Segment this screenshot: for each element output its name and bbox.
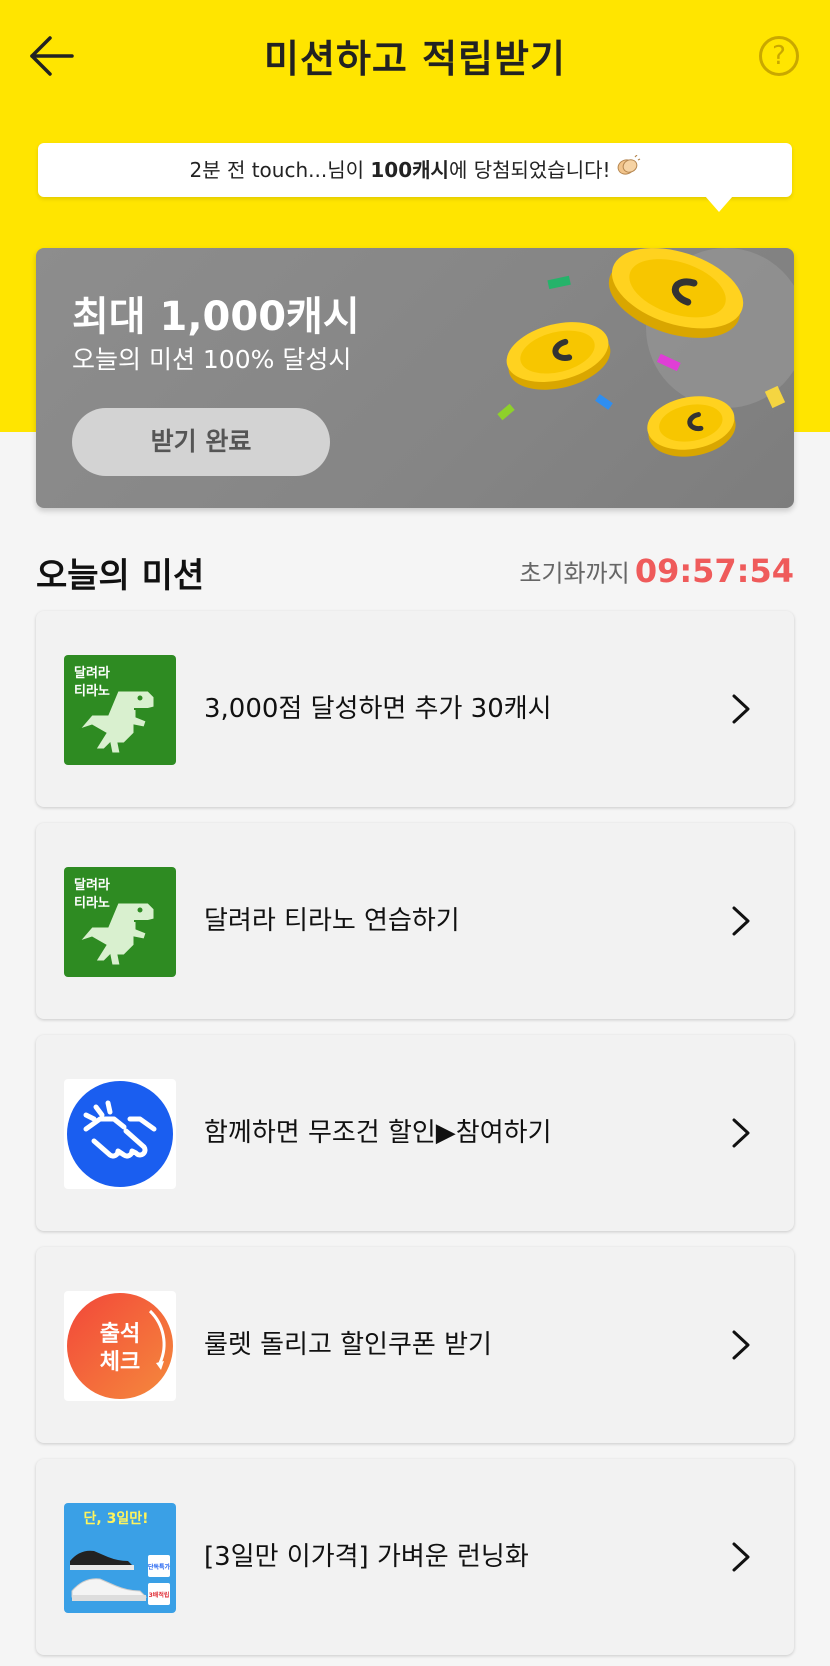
mission-label: 룰렛 돌리고 할인쿠폰 받기	[204, 1330, 492, 1360]
mission-item[interactable]: 함께하면 무조건 할인▶참여하기	[36, 1035, 794, 1231]
sneakers-product-thumbnail: 단, 3일만! 단독특가 3배적립	[64, 1503, 176, 1613]
chevron-right-icon	[732, 1118, 750, 1148]
mission-label: 함께하면 무조건 할인▶참여하기	[204, 1118, 552, 1148]
thumb-text: 달려라	[74, 665, 110, 681]
thumb-text: 달려라	[74, 877, 110, 893]
reset-timer: 09:57:54	[634, 552, 794, 590]
thumb-text: 출석	[100, 1322, 140, 1347]
reset-countdown: 초기화까지 09:57:54	[519, 552, 794, 590]
ticker-prefix: 2분 전 touch...님이	[189, 158, 371, 182]
thumb-text: 단, 3일만!	[84, 1510, 149, 1527]
mission-label: [3일만 이가격] 가벼운 런닝화	[204, 1542, 529, 1572]
thumb-text: 티라노	[74, 895, 110, 911]
help-button[interactable]: ?	[759, 36, 799, 76]
chevron-right-icon	[732, 694, 750, 724]
chevron-right-icon	[732, 1542, 750, 1572]
tyranno-game-thumbnail: 달려라 티라노	[64, 867, 176, 977]
tyranno-game-thumbnail: 달려라 티라노	[64, 655, 176, 765]
thumb-text: 티라노	[74, 683, 110, 699]
thumb-badge: 단독특가	[148, 1563, 171, 1571]
page-title: 미션하고 적립받기	[264, 37, 566, 81]
reset-label: 초기화까지	[519, 559, 630, 588]
thumb-text: 체크	[100, 1350, 140, 1375]
reward-title: 최대 1,000캐시	[72, 294, 360, 340]
ticker-pointer	[705, 196, 733, 212]
chevron-right-icon	[732, 1330, 750, 1360]
mission-label: 달려라 티라노 연습하기	[204, 906, 460, 936]
thumb-badge: 3배적립	[149, 1591, 170, 1599]
reward-subtitle: 오늘의 미션 100% 달성시	[72, 345, 352, 374]
mission-item[interactable]: 달려라 티라노 달려라 티라노 연습하기	[36, 823, 794, 1019]
mission-label: 3,000점 달성하면 추가 30캐시	[204, 694, 552, 724]
mission-item[interactable]: 단, 3일만! 단독특가 3배적립 [3일만 이가격] 가벼운 런닝화	[36, 1459, 794, 1655]
section-title: 오늘의 미션	[36, 556, 205, 596]
attendance-check-thumbnail: 출석 체크	[64, 1291, 176, 1401]
winner-ticker: 2분 전 touch...님이 100캐시에 당첨되었습니다!	[38, 143, 792, 197]
reward-banner: 최대 1,000캐시 오늘의 미션 100% 달성시 받기 완료	[36, 248, 794, 508]
claim-complete-button[interactable]: 받기 완료	[72, 408, 330, 476]
app-header: 미션하고 적립받기 ?	[0, 0, 830, 110]
coins-illustration	[476, 248, 794, 508]
mission-item[interactable]: 출석 체크 룰렛 돌리고 할인쿠폰 받기	[36, 1247, 794, 1443]
clap-icon	[615, 143, 641, 197]
chevron-right-icon	[732, 906, 750, 936]
handshake-thumbnail	[64, 1079, 176, 1189]
mission-item[interactable]: 달려라 티라노 3,000점 달성하면 추가 30캐시	[36, 611, 794, 807]
ticker-highlight: 100캐시	[370, 158, 449, 182]
ticker-suffix: 에 당첨되었습니다!	[448, 158, 611, 182]
